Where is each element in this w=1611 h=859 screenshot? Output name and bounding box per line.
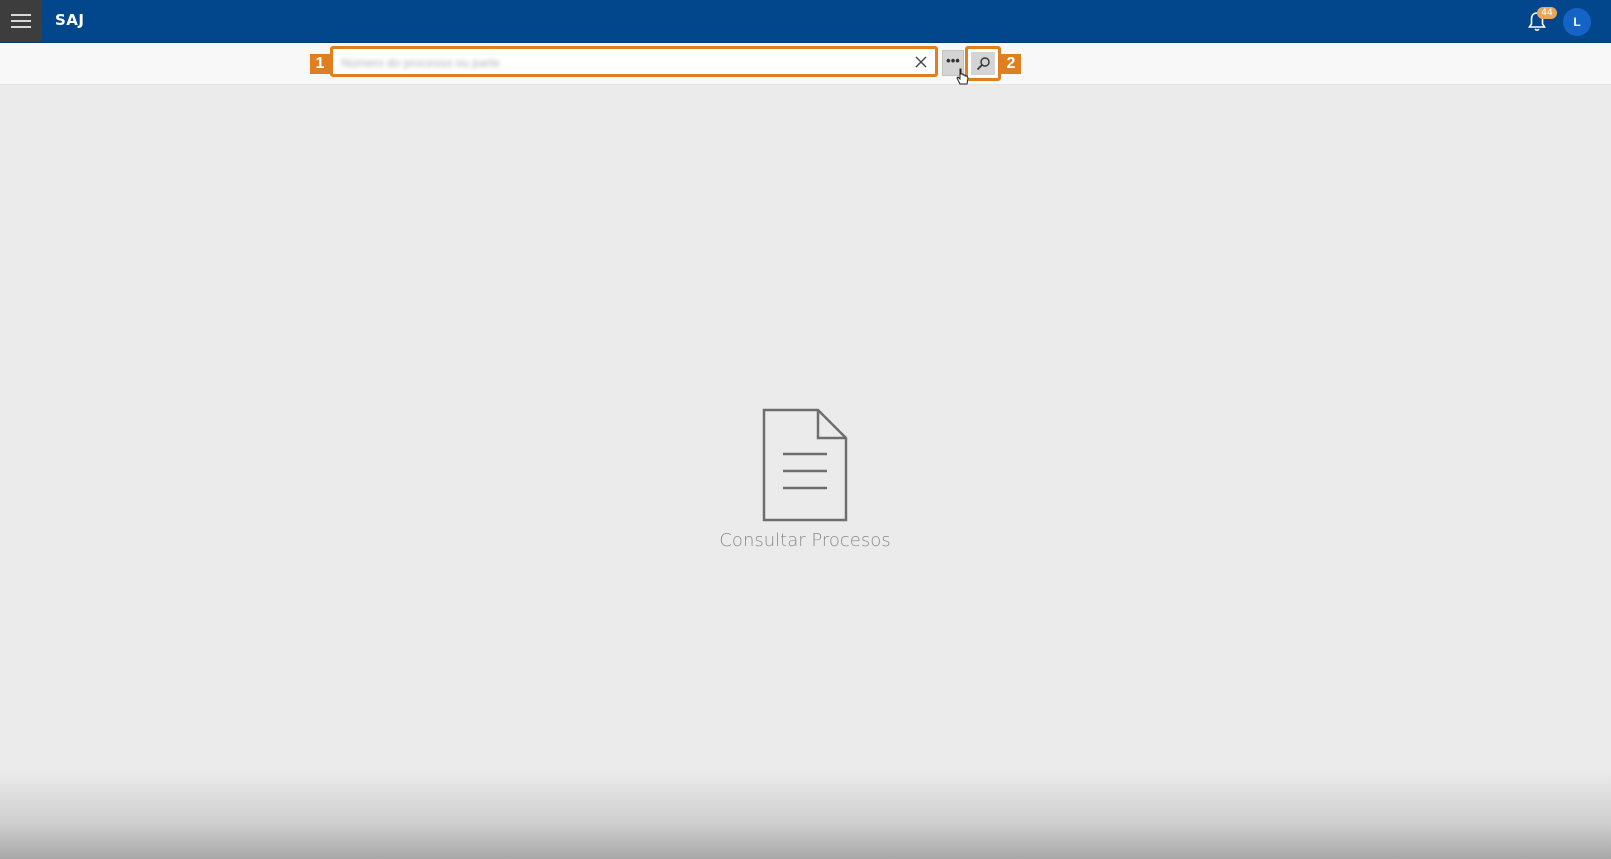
- bottom-shadow-overlay: [0, 770, 1611, 859]
- magnifier-icon: [976, 56, 990, 70]
- document-icon: [762, 408, 848, 522]
- callout-label-2: 2: [1001, 54, 1021, 74]
- hamburger-menu-icon: [11, 14, 31, 28]
- search-field-highlight: [330, 46, 938, 77]
- empty-state-label: Consultar Procesos: [719, 530, 891, 551]
- mouse-pointer-icon: [956, 68, 969, 85]
- app-brand: SAJ: [55, 11, 85, 29]
- notifications-count-badge: 44: [1537, 7, 1557, 19]
- more-options-label: •••: [946, 53, 960, 68]
- close-icon: [915, 56, 927, 68]
- app-window: SAJ 44 L 1 ••• 2: [0, 0, 1611, 859]
- top-navigation-bar: SAJ 44 L: [0, 0, 1611, 43]
- search-input[interactable]: [339, 53, 883, 72]
- search-button[interactable]: [971, 52, 995, 75]
- empty-state: Consultar Procesos: [690, 408, 920, 551]
- user-avatar[interactable]: L: [1563, 8, 1591, 36]
- clear-search-button[interactable]: [912, 53, 930, 71]
- search-button-highlight: [965, 46, 1001, 81]
- callout-label-1: 1: [310, 54, 330, 74]
- hamburger-menu-button[interactable]: [0, 0, 42, 42]
